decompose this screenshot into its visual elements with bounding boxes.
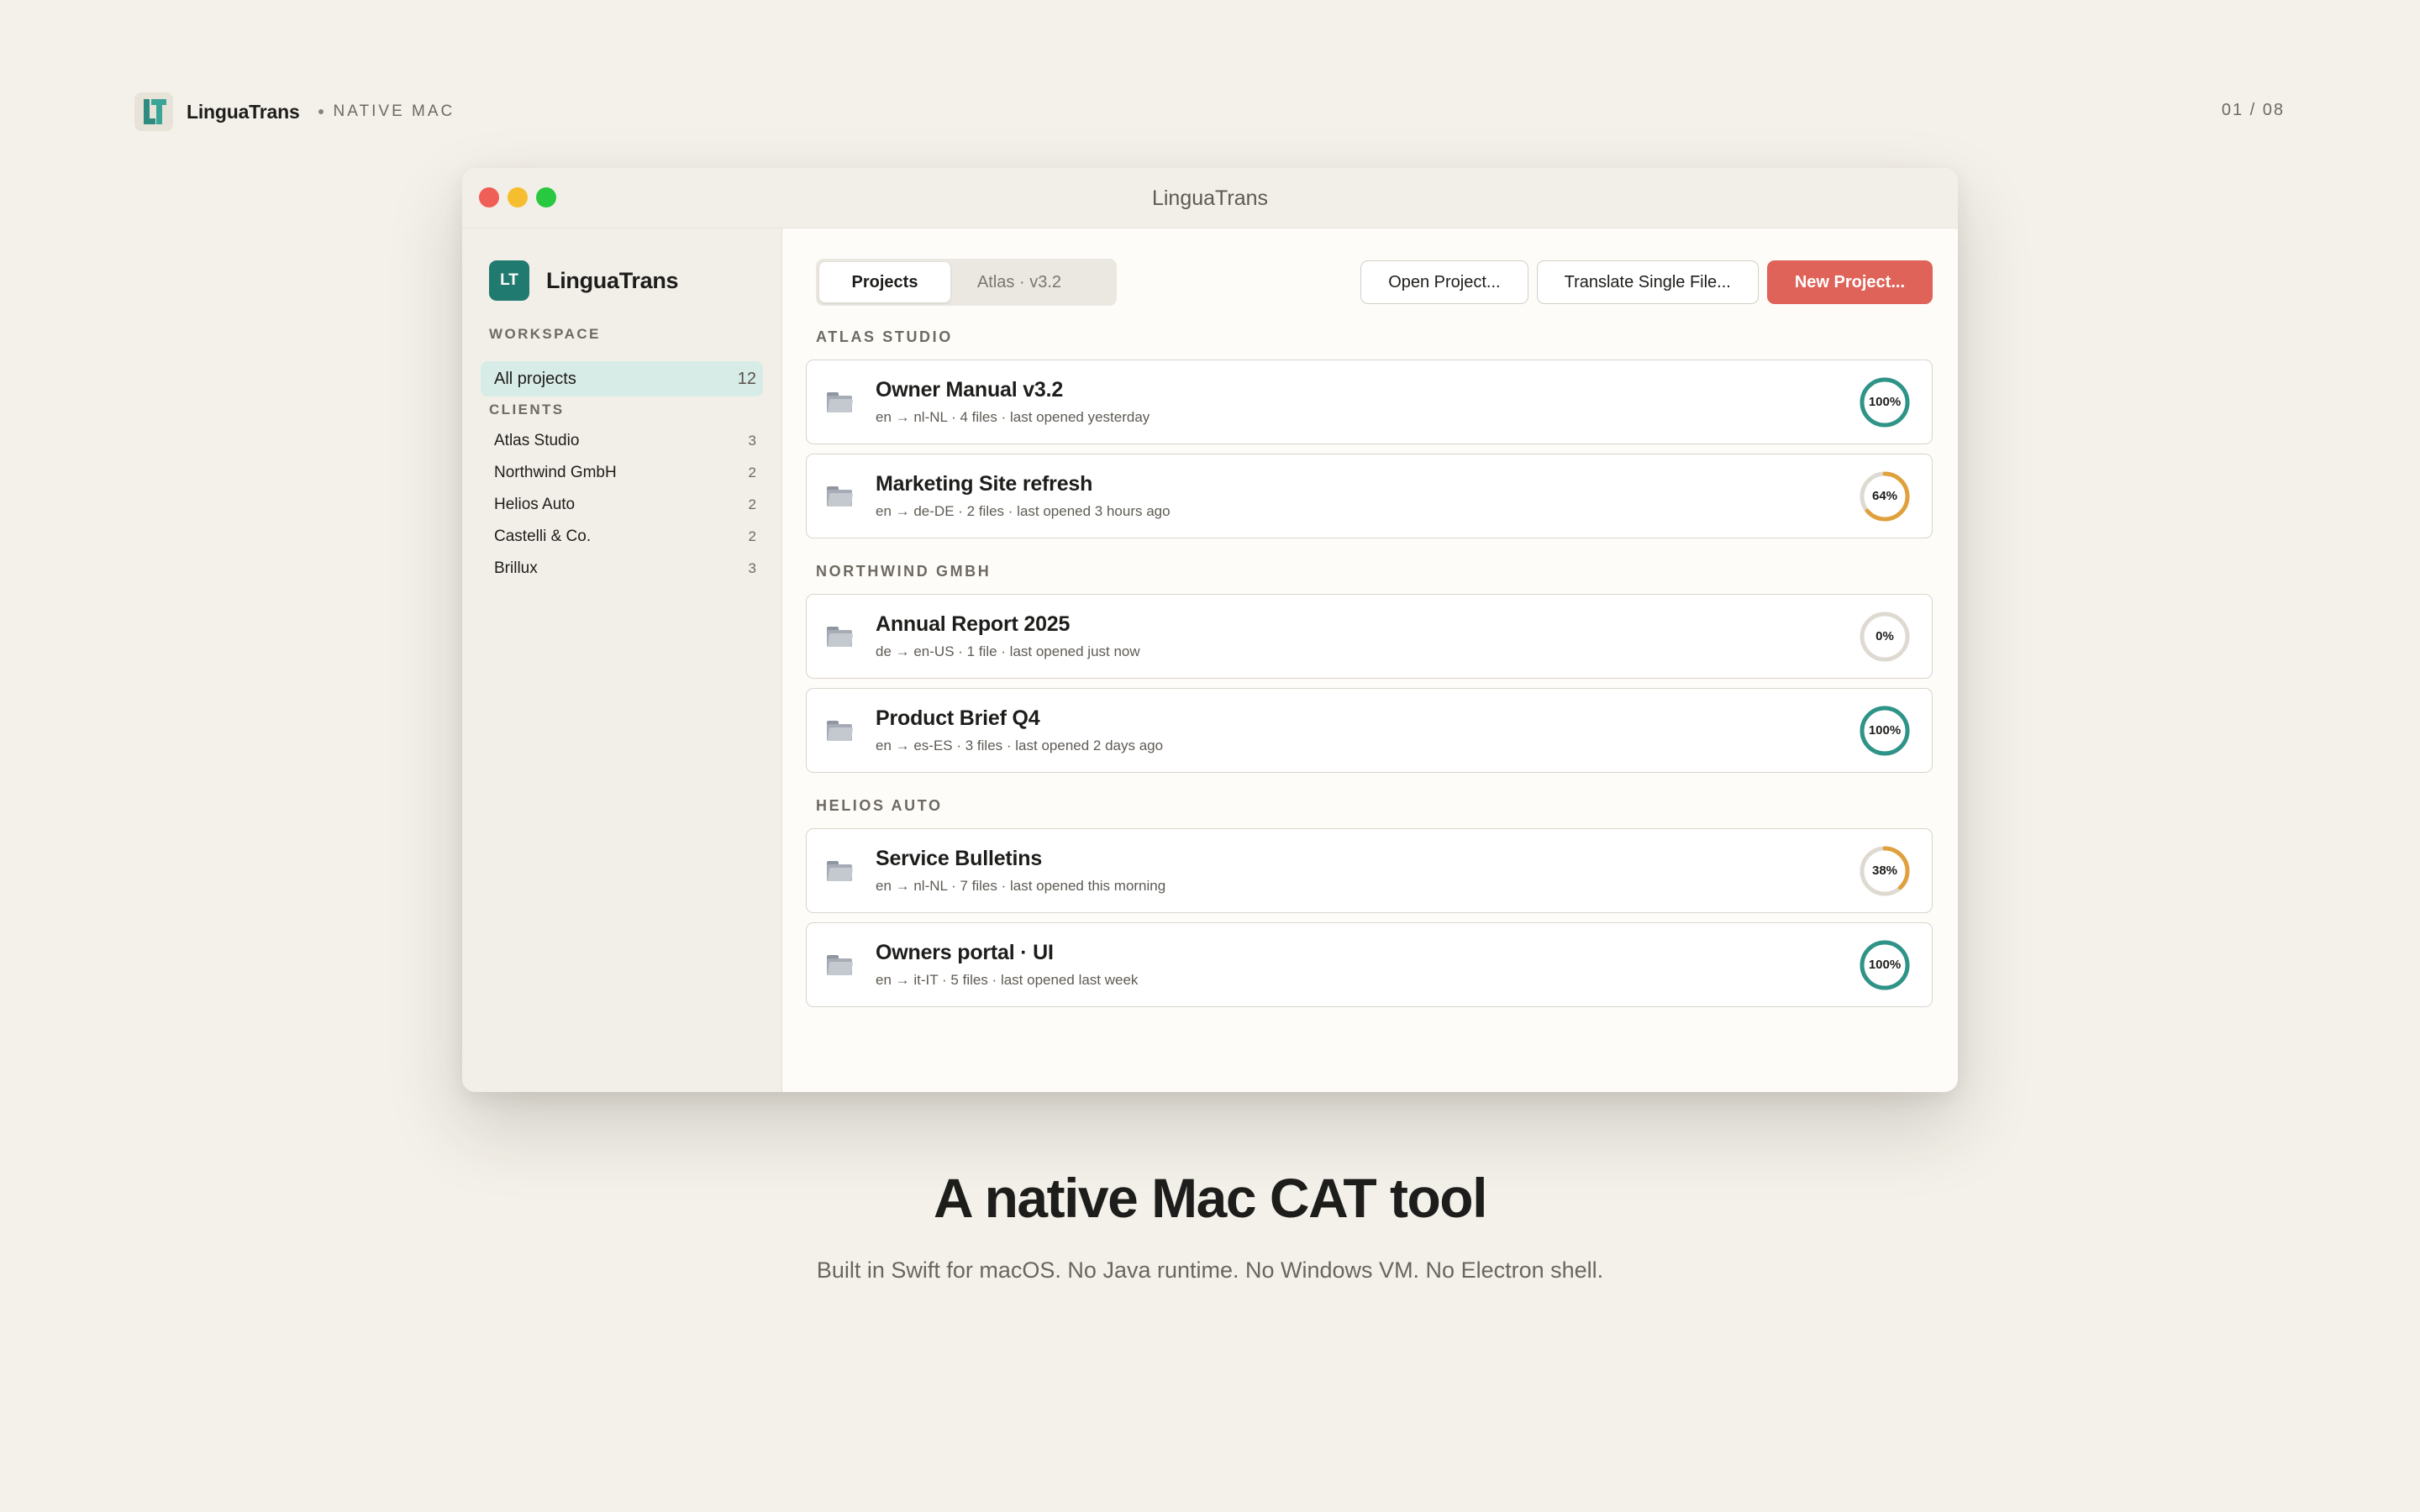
project-list: Annual Report 2025 de → en-US · 1 file · … (806, 594, 1933, 773)
progress-label: 0% (1876, 629, 1894, 643)
sidebar-item-count: 2 (748, 528, 756, 544)
toolbar: Projects Atlas · v3.2 Open Project... Tr… (806, 259, 1933, 306)
clients-section-label: CLIENTS (489, 402, 565, 417)
brand-bar: LinguaTrans NATIVE MAC (134, 91, 455, 133)
folder-icon (825, 953, 854, 977)
folder-icon (825, 391, 854, 414)
project-card[interactable]: Service Bulletins en → nl-NL · 7 files · … (806, 828, 1933, 913)
brand-name: LinguaTrans (187, 100, 300, 123)
sidebar-item-castelli[interactable]: Castelli & Co. 2 (481, 521, 763, 553)
project-info: Marketing Site refresh en → de-DE · 2 fil… (876, 472, 1858, 520)
project-meta: en → de-DE · 2 files · last opened 3 hou… (876, 503, 1171, 519)
sidebar-app-header: LT LinguaTrans (489, 260, 763, 301)
project-meta: en → it-IT · 5 files · last opened last … (876, 972, 1139, 988)
progress-ring: 100% (1858, 704, 1912, 758)
project-card[interactable]: Annual Report 2025 de → en-US · 1 file · … (806, 594, 1933, 679)
group-header: NORTHWIND GMBH (816, 563, 992, 580)
project-title: Product Brief Q4 (876, 706, 1040, 730)
project-meta: en → nl-NL · 7 files · last opened this … (876, 878, 1166, 894)
sidebar-item-label: Brillux (494, 559, 538, 577)
sidebar-app-name: LinguaTrans (546, 267, 679, 293)
sidebar-item-brillux[interactable]: Brillux 3 (481, 553, 763, 585)
main-content: Projects Atlas · v3.2 Open Project... Tr… (782, 228, 1958, 1092)
folder-icon (825, 485, 854, 508)
project-title: Owners portal · UI (876, 941, 1054, 964)
window-title: LinguaTrans (1151, 186, 1269, 210)
project-card[interactable]: Owners portal · UI en → it-IT · 5 files ·… (806, 922, 1933, 1007)
view-switcher: Projects Atlas · v3.2 (816, 259, 1117, 306)
project-meta: en → es-ES · 3 files · last opened 2 day… (876, 738, 1164, 753)
project-info: Annual Report 2025 de → en-US · 1 file · … (876, 612, 1858, 660)
group-header: ATLAS STUDIO (816, 328, 953, 345)
progress-ring: 64% (1858, 470, 1912, 523)
project-card[interactable]: Product Brief Q4 en → es-ES · 3 files · l… (806, 688, 1933, 773)
sidebar-item-label: Castelli & Co. (494, 528, 592, 545)
sidebar-item-count: 3 (748, 560, 756, 576)
progress-label: 64% (1871, 489, 1898, 503)
subheadline: Built in Swift for macOS. No Java runtim… (816, 1257, 1604, 1283)
project-title: Marketing Site refresh (876, 472, 1093, 496)
workspace-section-label: WORKSPACE (489, 326, 601, 342)
app-badge-icon: LT (489, 260, 529, 301)
project-info: Product Brief Q4 en → es-ES · 3 files · l… (876, 706, 1858, 754)
project-info: Owners portal · UI en → it-IT · 5 files ·… (876, 941, 1858, 989)
project-groups: ATLAS STUDIO Owner Manual v3.2 en → nl-NL … (806, 328, 1933, 1007)
progress-ring: 38% (1858, 844, 1912, 898)
project-meta: en → nl-NL · 4 files · last opened yeste… (876, 409, 1150, 425)
sidebar-item-count: 2 (748, 465, 756, 480)
project-list: Owner Manual v3.2 en → nl-NL · 4 files · … (806, 360, 1933, 538)
progress-label: 38% (1871, 864, 1898, 878)
sidebar-item-helios-auto[interactable]: Helios Auto 2 (481, 489, 763, 521)
group-header: HELIOS AUTO (816, 797, 943, 814)
progress-label: 100% (1868, 395, 1902, 409)
progress-label: 100% (1868, 958, 1902, 972)
project-card[interactable]: Owner Manual v3.2 en → nl-NL · 4 files · … (806, 360, 1933, 444)
sidebar: LT LinguaTrans WORKSPACE All projects 12… (462, 228, 782, 1092)
project-title: Annual Report 2025 (876, 612, 1071, 636)
project-title: Service Bulletins (876, 847, 1043, 870)
sidebar-item-label: Helios Auto (494, 496, 576, 513)
folder-icon (825, 719, 854, 743)
progress-label: 100% (1868, 723, 1902, 738)
tab-atlas-v3-2[interactable]: Atlas · v3.2 (950, 262, 1088, 302)
toolbar-actions: Open Project... Translate Single File...… (1360, 260, 1933, 304)
project-title: Owner Manual v3.2 (876, 378, 1064, 402)
title-bar: LinguaTrans (462, 168, 1958, 228)
sidebar-item-northwind-gmbh[interactable]: Northwind GmbH 2 (481, 457, 763, 489)
project-info: Service Bulletins en → nl-NL · 7 files · … (876, 847, 1858, 895)
project-card[interactable]: Marketing Site refresh en → de-DE · 2 fil… (806, 454, 1933, 538)
sidebar-item-atlas-studio[interactable]: Atlas Studio 3 (481, 425, 763, 457)
folder-icon (825, 859, 854, 883)
page-counter: 01 / 08 (2221, 101, 2285, 119)
sidebar-item-label: Northwind GmbH (494, 464, 617, 481)
brand-tag: NATIVE MAC (333, 102, 455, 120)
client-list: Atlas Studio 3 Northwind GmbH 2 Helios A… (481, 425, 763, 585)
headline: A native Mac CAT tool (934, 1167, 1487, 1229)
bullet-icon (318, 109, 324, 114)
progress-ring: 100% (1858, 938, 1912, 992)
project-meta: de → en-US · 1 file · last opened just n… (876, 643, 1140, 659)
folder-icon (825, 625, 854, 648)
new-project-button[interactable]: New Project... (1766, 260, 1933, 304)
brand-logo-icon (134, 92, 173, 131)
sidebar-item-count: 3 (748, 433, 756, 449)
app-window: LinguaTrans LT LinguaTrans WORKSPACE All… (462, 168, 1958, 1092)
sidebar-item-count: 2 (748, 496, 756, 512)
sidebar-item-label: All projects (494, 369, 576, 388)
sidebar-item-count: 12 (737, 369, 756, 388)
sidebar-item-label: Atlas Studio (494, 432, 580, 449)
project-info: Owner Manual v3.2 en → nl-NL · 4 files · … (876, 378, 1858, 426)
project-list: Service Bulletins en → nl-NL · 7 files · … (806, 828, 1933, 1007)
open-project-button[interactable]: Open Project... (1360, 260, 1528, 304)
translate-single-file-button[interactable]: Translate Single File... (1536, 260, 1759, 304)
tab-projects[interactable]: Projects (819, 262, 950, 302)
progress-ring: 100% (1858, 375, 1912, 429)
sidebar-item-all-projects[interactable]: All projects 12 (481, 361, 763, 396)
progress-ring: 0% (1858, 610, 1912, 664)
